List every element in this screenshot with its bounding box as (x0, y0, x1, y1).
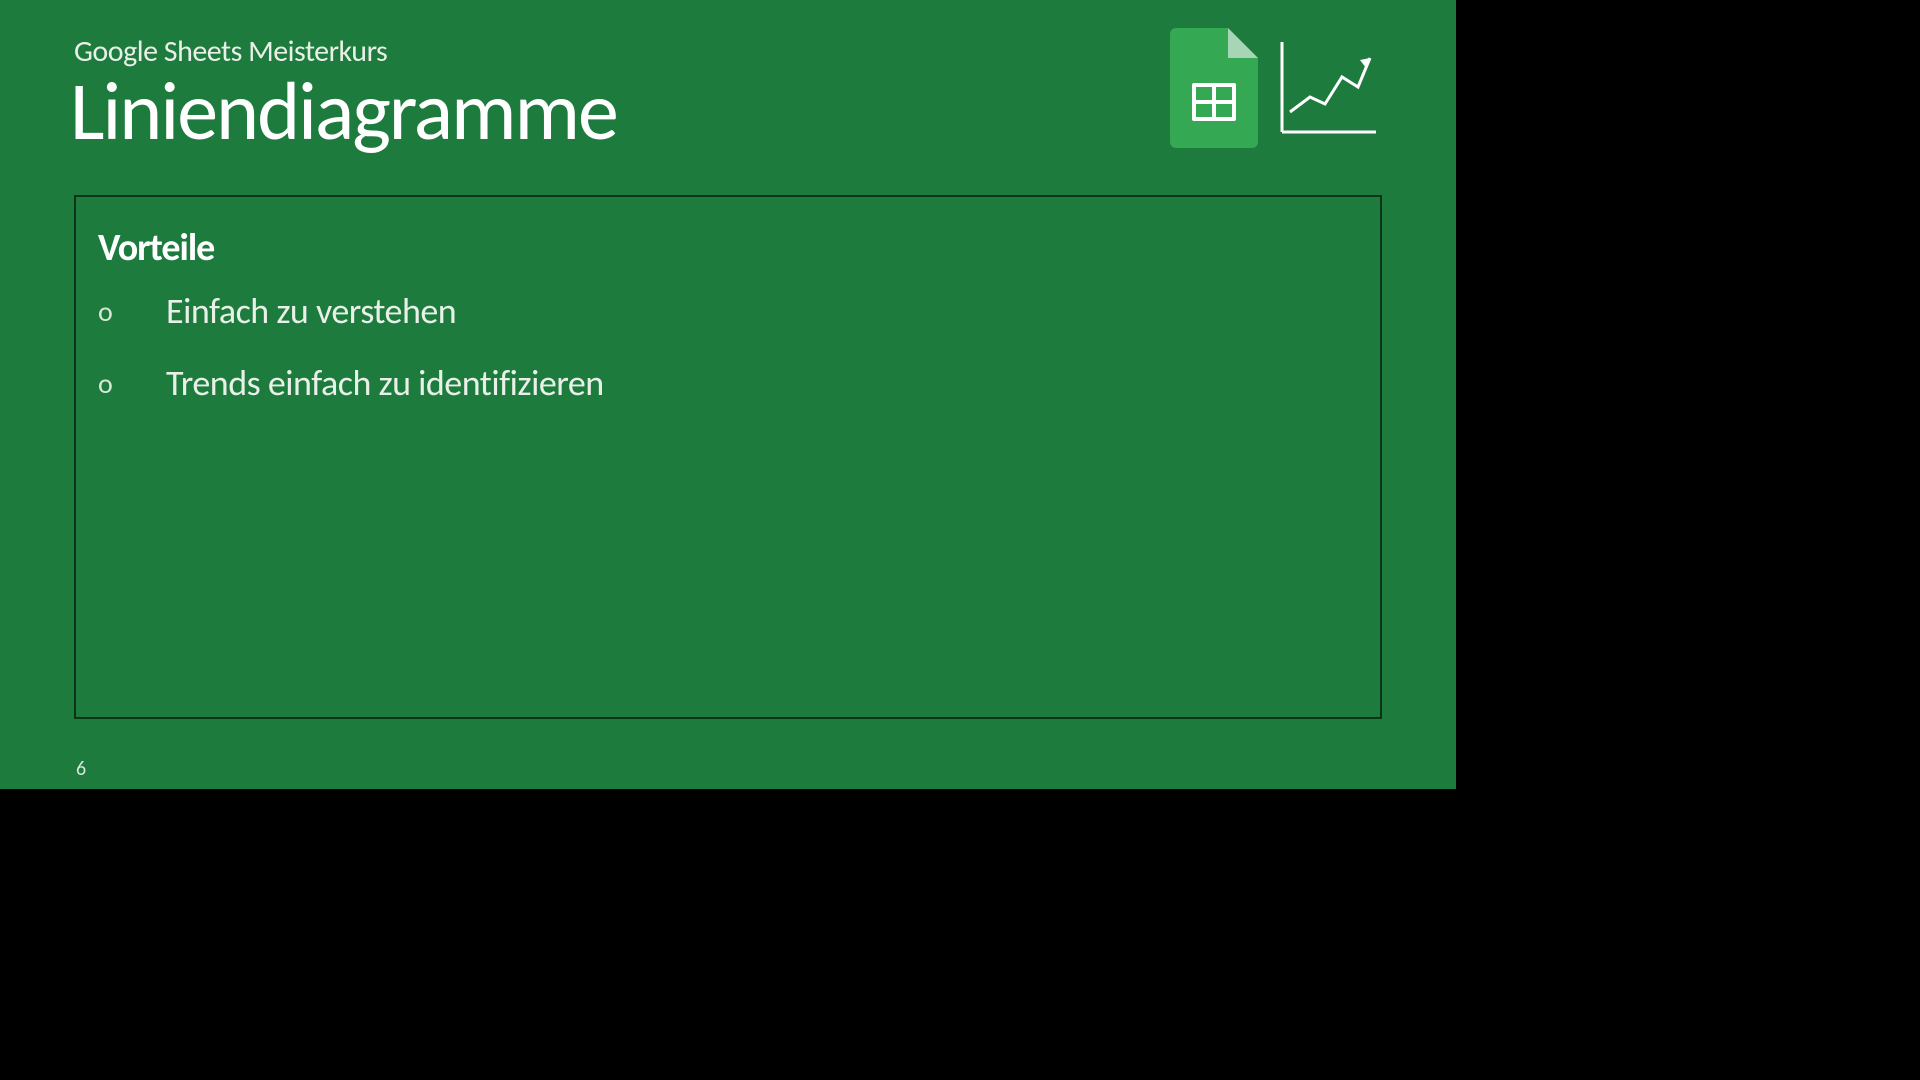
google-sheets-icon (1170, 28, 1258, 148)
content-heading: Vorteile (98, 225, 214, 271)
line-chart-icon (1280, 42, 1376, 134)
bullet-item: o Trends einfach zu identifizieren (98, 361, 1358, 405)
bullet-text: Einfach zu verstehen (166, 289, 456, 333)
bullet-list: o Einfach zu verstehen o Trends einfach … (98, 289, 1358, 433)
bullet-marker: o (98, 366, 166, 401)
slide-title: Liniendiagramme (70, 62, 617, 162)
page-number: 6 (76, 757, 86, 781)
presentation-slide: Google Sheets Meisterkurs Liniendiagramm… (0, 0, 1456, 819)
bottom-black-region (0, 819, 1920, 1080)
bullet-text: Trends einfach zu identifizieren (166, 361, 604, 405)
bottom-bar (0, 789, 1456, 819)
bullet-item: o Einfach zu verstehen (98, 289, 1358, 333)
content-box: Vorteile o Einfach zu verstehen o Trends… (74, 195, 1382, 719)
bullet-marker: o (98, 294, 166, 329)
header-icons (1170, 28, 1376, 148)
